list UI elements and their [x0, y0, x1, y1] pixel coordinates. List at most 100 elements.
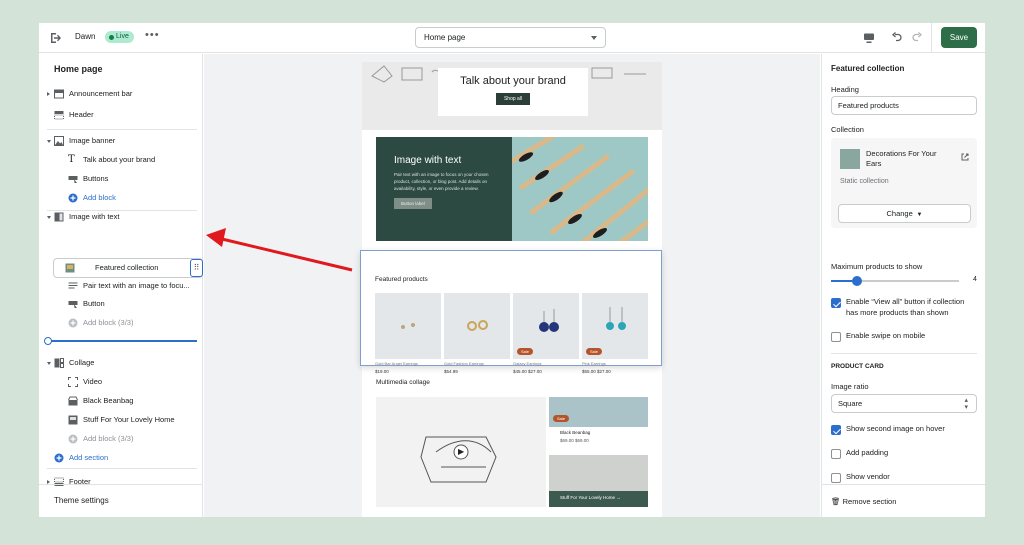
sidebar-title: Home page [54, 64, 103, 74]
sections-sidebar: Home page Announcement bar Header Image … [39, 54, 203, 517]
rich-text-section[interactable]: Talk about your brand Shop all [362, 62, 662, 130]
second-image-checkbox[interactable] [831, 425, 841, 435]
remove-section-label: Remove section [842, 497, 897, 506]
save-button[interactable]: Save [941, 27, 977, 48]
collection-name: Decorations For Your Ears [866, 149, 937, 168]
drag-handle-icon[interactable]: ⠿ [190, 259, 203, 277]
product-name: Galaxy Earrings [513, 361, 542, 366]
image-ratio-select[interactable]: Square ▴ ▾ [831, 394, 977, 413]
second-image-label: Show second image on hover [846, 424, 945, 433]
max-products-label: Maximum products to show [831, 262, 923, 271]
sidebar-item-header[interactable]: Header [39, 106, 203, 124]
block-item-pair-text[interactable]: Pair text with an image to focu... [39, 277, 203, 295]
image-icon [54, 136, 64, 146]
multimedia-collage-heading: Multimedia collage [376, 379, 430, 386]
play-icon[interactable]: ▶ [458, 447, 464, 456]
image-ratio-label: Image ratio [831, 382, 869, 391]
image-ratio-value: Square [838, 399, 863, 408]
sidebar-item-image-banner[interactable]: Image banner [39, 132, 203, 150]
change-label: Change [886, 209, 913, 218]
product-card[interactable]: Sale [513, 293, 579, 359]
theme-editor: Dawn Live ••• Home page Save Home page A… [39, 23, 985, 517]
iwt-button[interactable]: Button label [394, 198, 432, 209]
sidebar-item-image-with-text[interactable]: Image with text [39, 208, 203, 226]
chevron-down-icon[interactable] [47, 362, 51, 365]
add-block-label: Add block [83, 193, 116, 202]
select-arrows-icon: ▴ ▾ [964, 397, 968, 411]
chevron-right-icon[interactable] [47, 92, 50, 96]
external-link-icon[interactable] [961, 153, 969, 161]
collage-collection-card[interactable]: Stuff For Your Lovely Home → [549, 455, 648, 507]
undo-icon[interactable] [891, 31, 903, 43]
product-card[interactable]: Sale [582, 293, 648, 359]
featured-collection-drag-preview[interactable]: Featured products Gold Bar Angel Earring… [360, 250, 662, 374]
product-card-heading: PRODUCT CARD [831, 363, 884, 370]
add-block-disabled: Add block (3/3) [39, 430, 203, 448]
block-label: Featured collection [95, 263, 159, 272]
settings-panel: Featured collection Heading Featured pro… [821, 54, 985, 517]
view-all-label: Enable “View all” button if collection h… [846, 297, 965, 317]
rich-text-box: Talk about your brand Shop all [438, 68, 588, 116]
add-block-label: Add block (3/3) [83, 318, 134, 327]
image-with-text-section[interactable]: Image with text Pair text with an image … [376, 137, 648, 241]
sidebar-item-collage[interactable]: Collage [39, 354, 203, 372]
view-all-checkbox[interactable] [831, 298, 841, 308]
swipe-checkbox[interactable] [831, 332, 841, 342]
footer-icon [54, 477, 64, 486]
chevron-down-icon[interactable] [47, 140, 51, 143]
block-label: Button [83, 299, 105, 308]
collage-product-card[interactable]: Sale Black Beanbag $69.00 $69.00 [549, 397, 648, 452]
dragging-block-featured-collection[interactable]: Featured collection [53, 258, 203, 278]
featured-collection-icon [65, 263, 75, 273]
block-item-button[interactable]: Button [39, 295, 203, 313]
live-badge: Live [105, 31, 134, 43]
earring-photo [401, 323, 415, 329]
preview-canvas: Talk about your brand Shop all Image wit… [204, 54, 820, 517]
add-block-button[interactable]: Add block [39, 189, 203, 207]
heading-input[interactable]: Featured products [831, 96, 977, 115]
image-with-text-content: Image with text Pair text with an image … [376, 137, 512, 241]
product-name: Gold Fashion Earrings [444, 361, 484, 366]
button-icon [68, 176, 78, 183]
collage-video-card[interactable]: ▶ [376, 397, 546, 507]
sidebar-item-announcement-bar[interactable]: Announcement bar [39, 85, 203, 103]
plus-circle-icon [54, 453, 64, 463]
product-price: $69.00 $69.00 [560, 438, 589, 443]
product-price: $19.00 [375, 369, 389, 374]
plus-circle-icon [68, 193, 78, 203]
more-actions-button[interactable]: ••• [145, 29, 160, 41]
settings-title: Featured collection [831, 64, 905, 73]
sidebar-item-footer[interactable]: Footer [39, 473, 203, 491]
block-item-talk-about-brand[interactable]: T Talk about your brand [39, 151, 203, 169]
product-card[interactable] [444, 293, 510, 359]
block-item-video[interactable]: Video [39, 373, 203, 391]
toothbrush-photo [512, 137, 648, 241]
text-icon: T [68, 154, 75, 165]
add-section-button[interactable]: Add section [39, 449, 203, 467]
slider-handle[interactable] [851, 276, 862, 286]
change-collection-button[interactable]: Change ▼ [838, 204, 971, 223]
block-item-stuff-for-home[interactable]: Stuff For Your Lovely Home [39, 411, 203, 429]
remove-section-button[interactable]: 🗑 Remove section [831, 497, 896, 506]
redo-icon[interactable] [911, 31, 923, 43]
product-card[interactable] [375, 293, 441, 359]
theme-settings-link[interactable]: Theme settings [54, 496, 109, 505]
vendor-checkbox[interactable] [831, 473, 841, 483]
collection-type: Static collection [840, 178, 889, 185]
block-item-black-beanbag[interactable]: Black Beanbag [39, 392, 203, 410]
theme-name: Dawn [75, 32, 96, 41]
divider [47, 468, 197, 469]
shop-all-button[interactable]: Shop all [495, 93, 531, 105]
paragraph-icon [68, 282, 78, 289]
sidebar-item-label: Image with text [69, 212, 120, 221]
add-block-disabled: Add block (3/3) [39, 314, 203, 332]
beanbag-photo [549, 397, 648, 427]
padding-checkbox[interactable] [831, 449, 841, 459]
block-item-buttons[interactable]: Buttons [39, 170, 203, 188]
page-selector[interactable]: Home page [415, 27, 606, 48]
product-price: $55.00 $27.00 [582, 369, 611, 374]
desktop-icon[interactable] [863, 32, 875, 44]
collection-icon [68, 415, 78, 425]
exit-icon[interactable] [48, 31, 62, 45]
chevron-down-icon[interactable] [47, 216, 51, 219]
